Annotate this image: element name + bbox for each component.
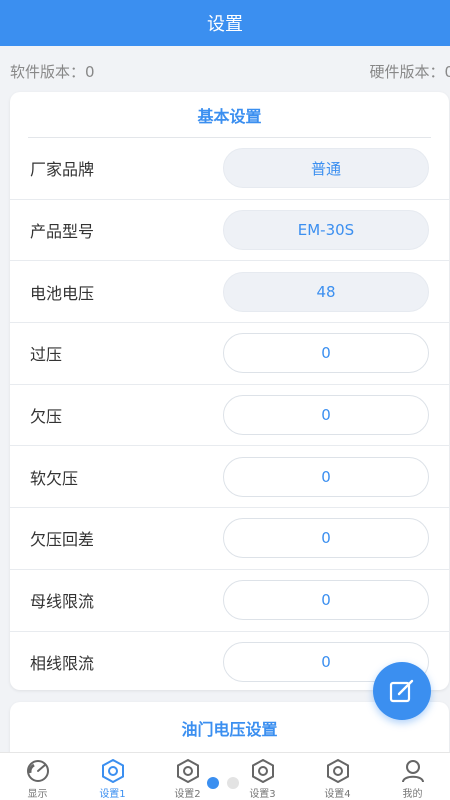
undervoltage-input[interactable]: 0 [223, 395, 429, 436]
title-bar: 设置 [0, 0, 450, 46]
tab-settings-4[interactable]: 设置4 [300, 753, 375, 800]
battery-voltage-label: 电池电压 [30, 283, 95, 303]
settings-row-bus-current-limit: 母线限流 0 [10, 570, 449, 632]
tab-settings-1[interactable]: 设置1 [75, 753, 150, 800]
software-version: 软件版本：0 [10, 62, 95, 81]
tab-settings-2-label: 设置2 [174, 789, 201, 800]
settings-row-undervoltage-hysteresis: 欠压回差 0 [10, 508, 449, 570]
settings-row-soft-undervoltage: 软欠压 0 [10, 446, 449, 509]
tab-display[interactable]: 显示 [0, 753, 75, 800]
basic-settings-title: 基本设置 [28, 92, 431, 138]
hardware-version: 硬件版本：0 [369, 62, 450, 81]
throttle-settings-title: 油门电压设置 [181, 720, 278, 739]
settings-row-undervoltage: 欠压 0 [10, 385, 449, 447]
tab-settings-4-label: 设置4 [324, 789, 351, 800]
brand-label: 厂家品牌 [30, 160, 95, 180]
bus-current-limit-label: 母线限流 [30, 592, 95, 612]
model-select[interactable]: EM-30S [223, 210, 429, 251]
settings-row-model: 产品型号 EM-30S [10, 200, 449, 262]
settings-row-overvoltage: 过压 0 [10, 323, 449, 385]
page-title: 设置 [207, 14, 243, 35]
basic-settings-card: 基本设置 厂家品牌 普通 产品型号 EM-30S 电池电压 48 过压 0 欠压… [10, 92, 449, 690]
user-icon [401, 760, 424, 783]
undervoltage-label: 欠压 [30, 407, 63, 427]
tab-settings-1-label: 设置1 [99, 789, 126, 800]
overvoltage-label: 过压 [30, 345, 63, 365]
bottom-tab-bar: 显示 设置1 设置2 设置3 设置4 我的 [0, 752, 450, 800]
settings-row-brand: 厂家品牌 普通 [10, 138, 449, 200]
version-info: 软件版本：0 硬件版本：0 [0, 52, 450, 90]
hex-nut-icon [176, 759, 199, 783]
undervoltage-hysteresis-input[interactable]: 0 [223, 518, 429, 559]
phase-current-limit-label: 相线限流 [30, 654, 95, 674]
hex-nut-icon [326, 759, 349, 783]
hex-nut-icon [101, 759, 124, 783]
edit-icon [389, 679, 414, 703]
tab-mine[interactable]: 我的 [375, 753, 450, 800]
tab-settings-3-label: 设置3 [249, 789, 276, 800]
page-dot [227, 777, 239, 789]
tab-mine-label: 我的 [402, 789, 423, 800]
undervoltage-hysteresis-label: 欠压回差 [30, 530, 95, 550]
bus-current-limit-input[interactable]: 0 [223, 580, 429, 621]
gauge-icon [26, 760, 49, 782]
soft-undervoltage-input[interactable]: 0 [223, 456, 429, 497]
settings-row-battery-voltage: 电池电压 48 [10, 261, 449, 324]
battery-voltage-select[interactable]: 48 [223, 271, 429, 312]
soft-undervoltage-label: 软欠压 [30, 468, 79, 488]
overvoltage-input[interactable]: 0 [223, 333, 429, 374]
edit-fab-button[interactable] [373, 662, 431, 720]
hex-nut-icon [251, 759, 274, 783]
page-dot-active [207, 777, 219, 789]
page-indicator [207, 777, 239, 789]
tab-display-label: 显示 [27, 789, 48, 800]
model-label: 产品型号 [30, 222, 95, 242]
brand-select[interactable]: 普通 [223, 148, 429, 189]
